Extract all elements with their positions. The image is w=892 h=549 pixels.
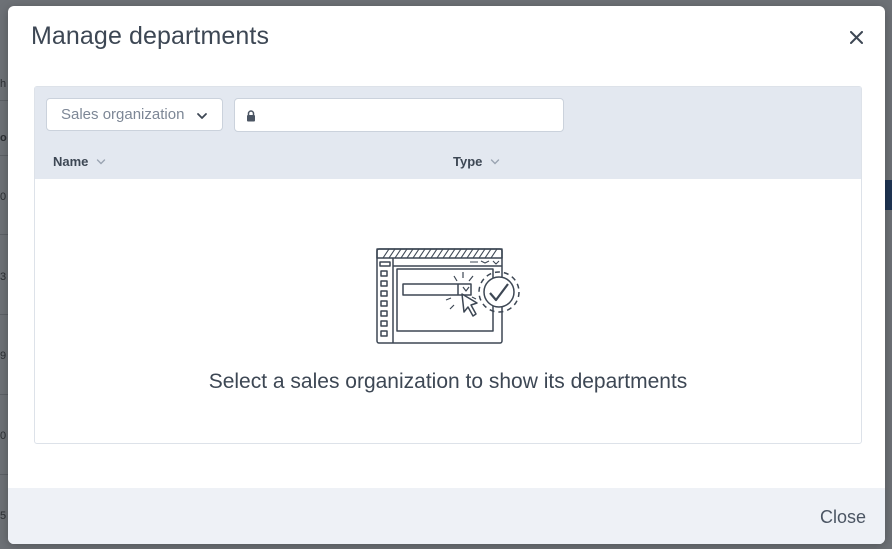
column-header-label: Name [53, 154, 89, 169]
chevron-down-icon [97, 158, 106, 164]
manage-departments-dialog: Manage departments Sales organization Na… [8, 6, 885, 544]
backdrop-text: h [0, 78, 7, 90]
column-header-label: Type [453, 154, 483, 169]
empty-state-message: Select a sales organization to show its … [208, 370, 688, 393]
column-header-type[interactable]: Type [453, 154, 500, 169]
dialog-footer: Close [8, 488, 885, 544]
column-header-name[interactable]: Name [53, 154, 106, 169]
backdrop-text: 0 [0, 430, 7, 442]
departments-panel: Sales organization Name Type Select a sa… [34, 86, 862, 444]
sales-organization-placeholder: Sales organization [61, 106, 185, 123]
chevron-down-icon [491, 158, 500, 164]
backdrop-text: 9 [0, 350, 7, 362]
dialog-title: Manage departments [31, 22, 270, 50]
department-search-field[interactable] [234, 98, 564, 133]
panel-header: Sales organization Name Type [35, 87, 861, 179]
close-button[interactable]: Close [820, 507, 866, 528]
backdrop-text: 0 [0, 191, 7, 203]
select-item-illustration [375, 247, 525, 352]
chevron-down-icon [196, 109, 208, 126]
sales-organization-select[interactable]: Sales organization [46, 98, 223, 131]
backdrop-text: 3 [0, 271, 7, 283]
backdrop-text: o [0, 132, 7, 144]
close-icon[interactable] [847, 28, 865, 46]
backdrop-text: 5 [0, 510, 7, 522]
lock-icon [246, 109, 256, 127]
department-search-input[interactable] [263, 99, 557, 133]
